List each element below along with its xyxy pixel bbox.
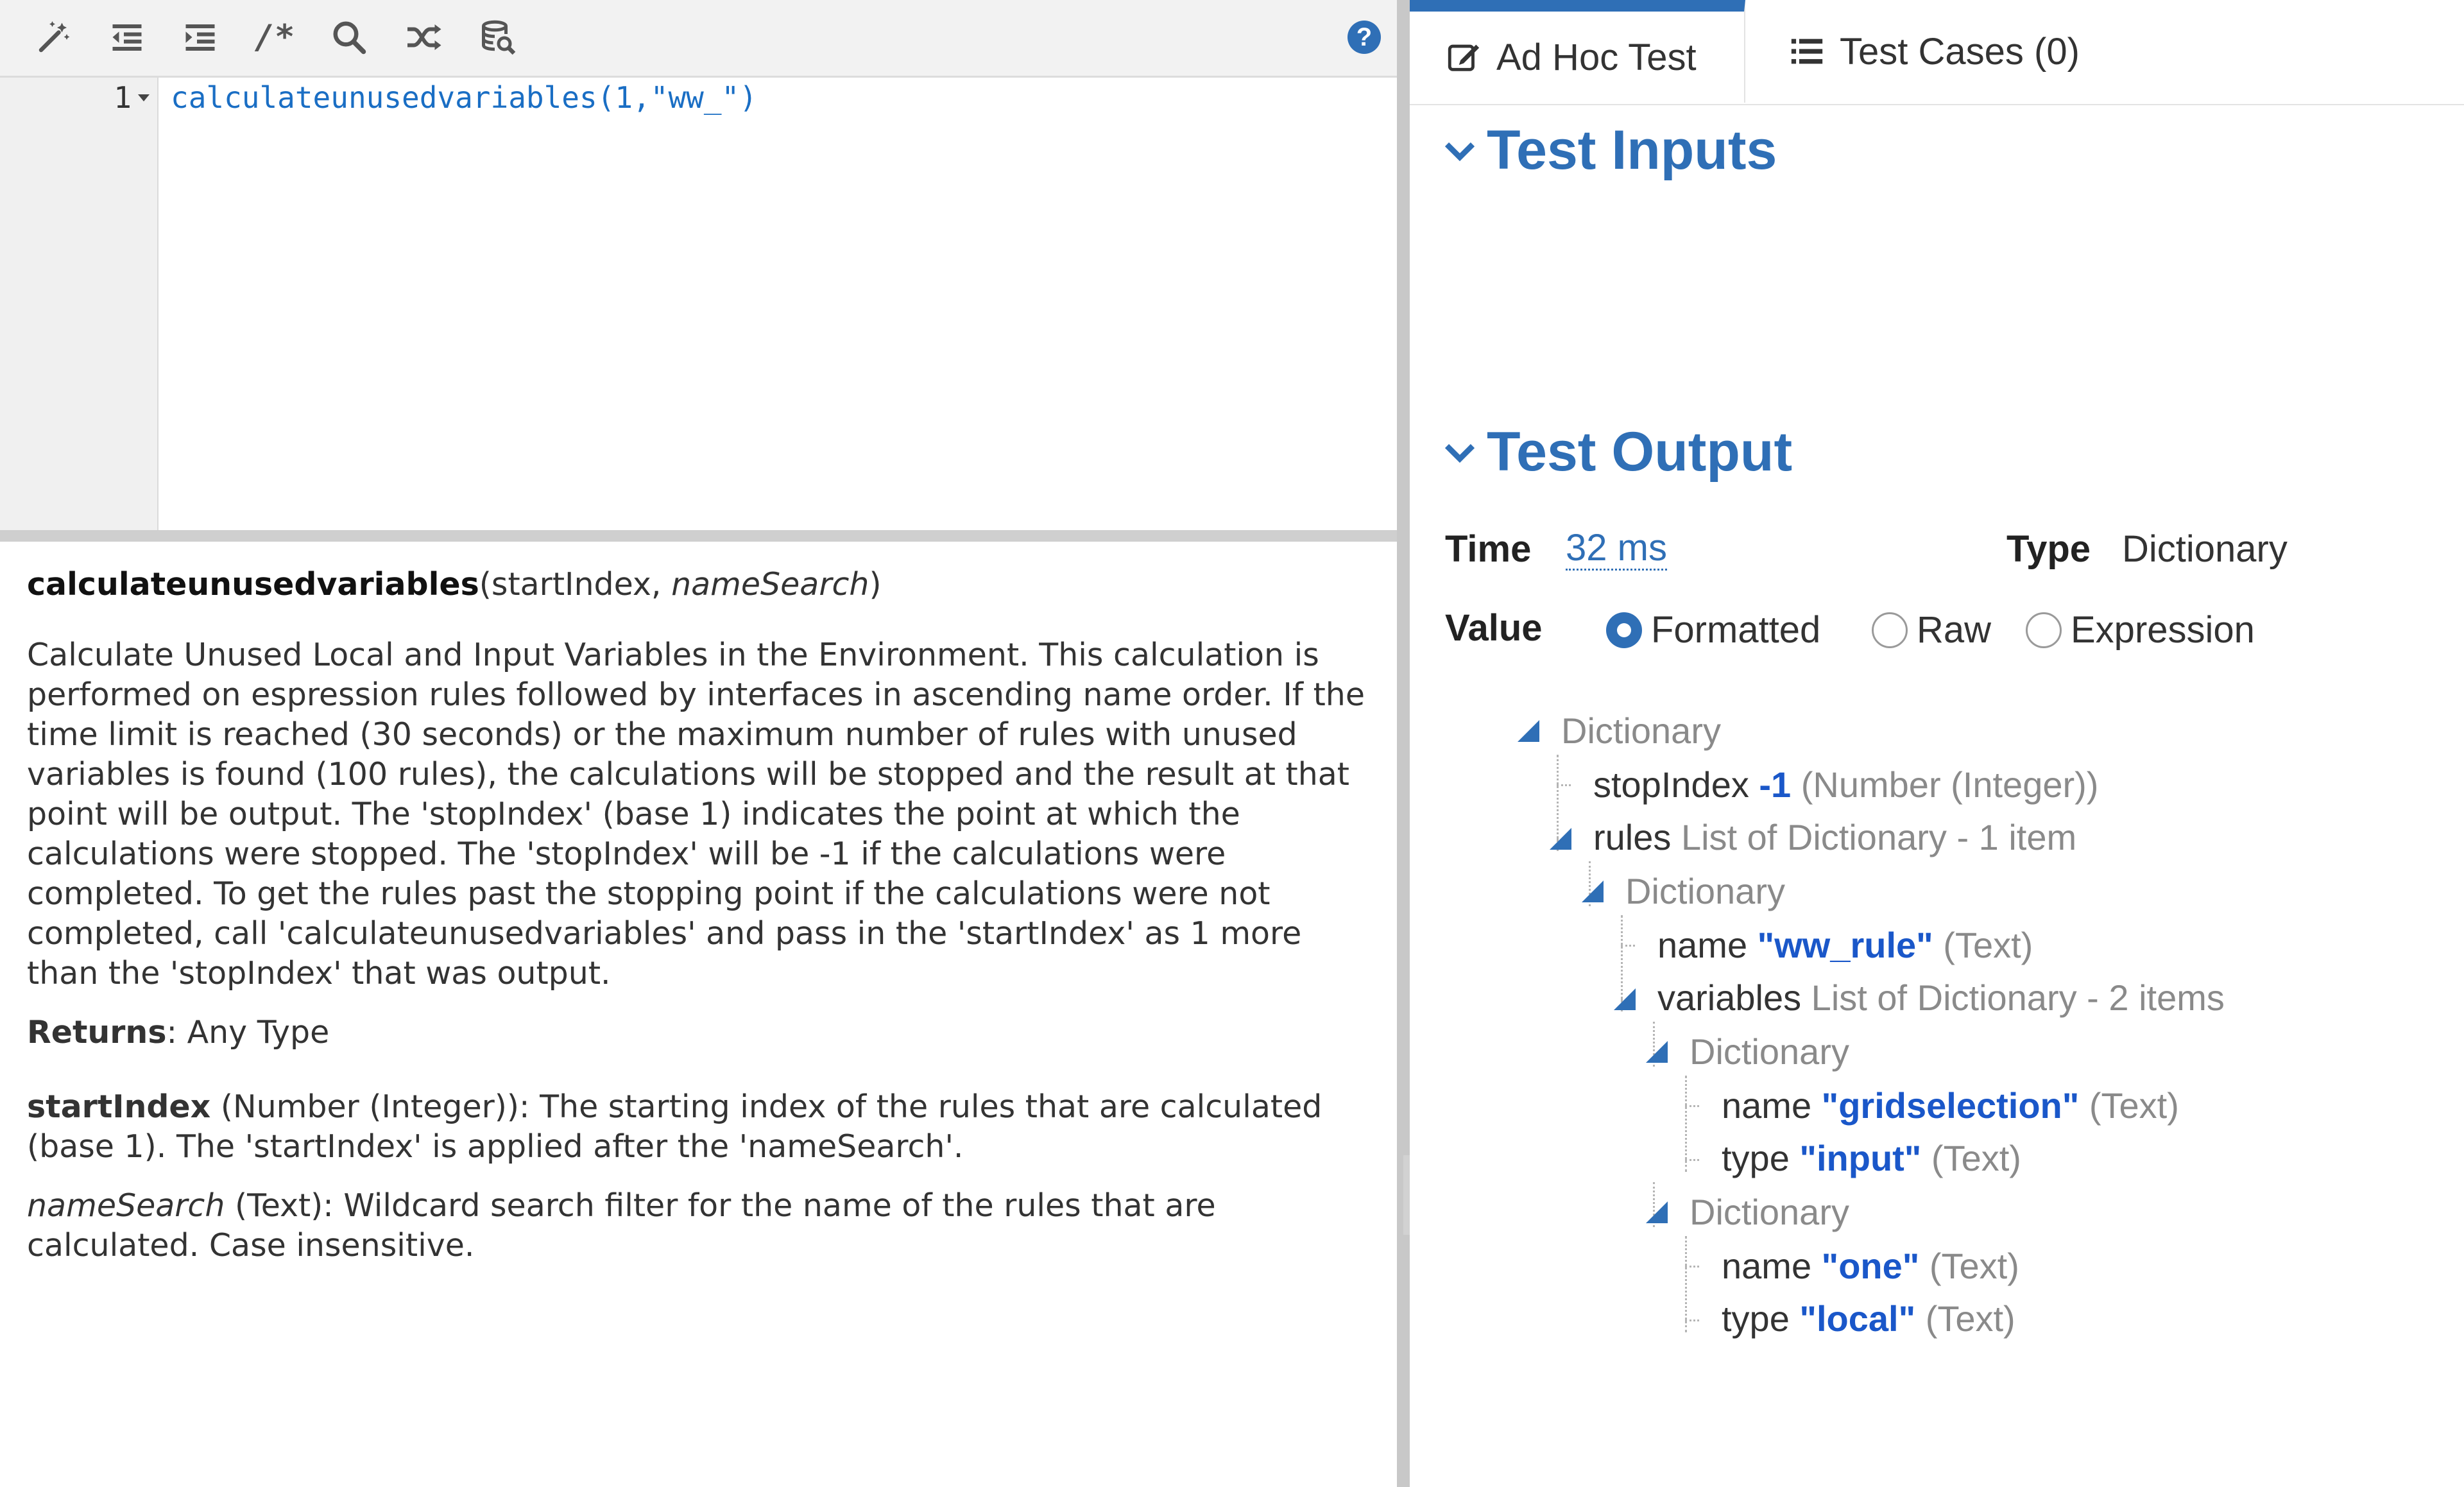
tree-node[interactable]: Dictionary — [1625, 869, 1785, 914]
test-output-header[interactable]: Test Output — [1441, 420, 1792, 484]
tab-ad-hoc-test[interactable]: Ad Hoc Test — [1410, 0, 1745, 103]
collapse-triangle-icon[interactable] — [1518, 720, 1539, 742]
edit-icon — [1448, 44, 1480, 71]
radio-formatted[interactable]: Formatted — [1606, 608, 1820, 651]
help-icon[interactable]: ? — [1348, 21, 1381, 54]
search-icon[interactable] — [326, 14, 372, 60]
horizontal-splitter[interactable] — [0, 530, 1397, 542]
test-tabs: Ad Hoc Test Test Cases (0) — [1410, 0, 2464, 105]
tree-node[interactable]: stopIndex -1 (Number (Integer)) — [1593, 762, 2098, 807]
collapse-triangle-icon[interactable] — [1550, 828, 1571, 850]
param2-name: nameSearch — [27, 1187, 225, 1224]
collapse-triangle-icon[interactable] — [1646, 1041, 1668, 1063]
test-output-title: Test Output — [1487, 421, 1793, 483]
collapse-triangle-icon[interactable] — [1646, 1201, 1668, 1223]
radio-expression[interactable]: Expression — [2026, 608, 2255, 651]
tab-test-cases[interactable]: Test Cases (0) — [1788, 0, 2080, 103]
function-description: Calculate Unused Local and Input Variabl… — [27, 637, 1365, 992]
expression-editor-pane: /* ? 1 calculateunusedvariables(1,"ww_")… — [0, 0, 1397, 1487]
time-value[interactable]: 32 ms — [1566, 528, 1667, 571]
magic-wand-icon[interactable] — [31, 14, 77, 60]
chevron-down-icon — [1444, 443, 1475, 463]
code-string: "ww_" — [650, 80, 740, 115]
param1-desc: (Number (Integer)): The starting index o… — [27, 1088, 1322, 1165]
code-close: ) — [739, 80, 757, 115]
tree-node[interactable]: Dictionary — [1561, 709, 1721, 753]
comment-icon[interactable]: /* — [252, 14, 298, 60]
line-gutter: 1 — [0, 78, 158, 530]
radio-expression-label: Expression — [2071, 609, 2255, 651]
radio-unselected-icon — [1872, 612, 1908, 648]
chevron-down-icon — [1444, 142, 1475, 161]
tree-node[interactable]: type "local" (Text) — [1722, 1296, 2015, 1341]
returns-line: Returns: Any Type — [27, 1013, 1370, 1053]
fold-arrow-icon[interactable] — [138, 94, 150, 101]
shuffle-icon[interactable] — [400, 14, 447, 60]
value-label: Value — [1445, 607, 1543, 649]
editor-toolbar: /* ? — [0, 0, 1397, 78]
test-inputs-header[interactable]: Test Inputs — [1441, 119, 1777, 182]
function-documentation: calculateunusedvariables(startIndex, nam… — [0, 542, 1397, 1487]
code-editor[interactable]: 1 calculateunusedvariables(1,"ww_") — [0, 78, 1397, 530]
tree-node[interactable]: name "one" (Text) — [1722, 1244, 2019, 1289]
line-number: 1 — [114, 80, 132, 115]
test-panel: Ad Hoc Test Test Cases (0) Test Inputs T… — [1410, 0, 2464, 1487]
tree-node[interactable]: variables List of Dictionary - 2 items — [1657, 976, 2225, 1020]
time-label: Time — [1445, 528, 1532, 570]
signature-name: calculateunusedvariables — [27, 566, 479, 603]
database-search-icon[interactable] — [475, 14, 521, 60]
returns-label: Returns — [27, 1014, 167, 1051]
type-label: Type — [2006, 528, 2091, 570]
param-namesearch: nameSearch (Text): Wildcard search filte… — [27, 1186, 1370, 1266]
code-line[interactable]: calculateunusedvariables(1,"ww_") — [171, 80, 757, 115]
type-value: Dictionary — [2122, 528, 2288, 570]
signature-open: (startIndex, — [479, 566, 672, 603]
radio-selected-icon — [1606, 612, 1642, 648]
tree-node[interactable]: name "gridselection" (Text) — [1722, 1083, 2179, 1128]
tab-test-cases-label: Test Cases (0) — [1840, 30, 2080, 73]
signature-param2: nameSearch — [671, 566, 869, 603]
tree-node[interactable]: Dictionary — [1690, 1029, 1849, 1074]
outdent-icon[interactable] — [104, 14, 150, 60]
test-inputs-title: Test Inputs — [1487, 119, 1777, 181]
code-args: (1, — [597, 80, 651, 115]
vertical-splitter[interactable] — [1397, 0, 1410, 1487]
tree-node[interactable]: rules List of Dictionary - 1 item — [1593, 815, 2076, 860]
tab-ad-hoc-label: Ad Hoc Test — [1496, 36, 1697, 78]
signature-close: ) — [869, 566, 882, 603]
tree-node[interactable]: name "ww_rule" (Text) — [1657, 923, 2033, 968]
returns-value: : Any Type — [166, 1014, 330, 1051]
code-function: calculateunusedvariables — [171, 80, 597, 115]
collapse-triangle-icon[interactable] — [1582, 881, 1604, 902]
radio-formatted-label: Formatted — [1651, 609, 1821, 651]
radio-raw[interactable]: Raw — [1872, 608, 1991, 651]
tree-node[interactable]: Dictionary — [1690, 1190, 1849, 1235]
tree-node[interactable]: type "input" (Text) — [1722, 1136, 2021, 1181]
param-startindex: startIndex (Number (Integer)): The start… — [27, 1087, 1370, 1167]
radio-unselected-icon — [2026, 612, 2062, 648]
collapse-triangle-icon[interactable] — [1614, 988, 1636, 1010]
function-signature: calculateunusedvariables(startIndex, nam… — [27, 565, 1370, 605]
indent-icon[interactable] — [177, 14, 223, 60]
list-icon — [1791, 39, 1823, 64]
radio-raw-label: Raw — [1917, 609, 1992, 651]
param1-name: startIndex — [27, 1088, 211, 1125]
